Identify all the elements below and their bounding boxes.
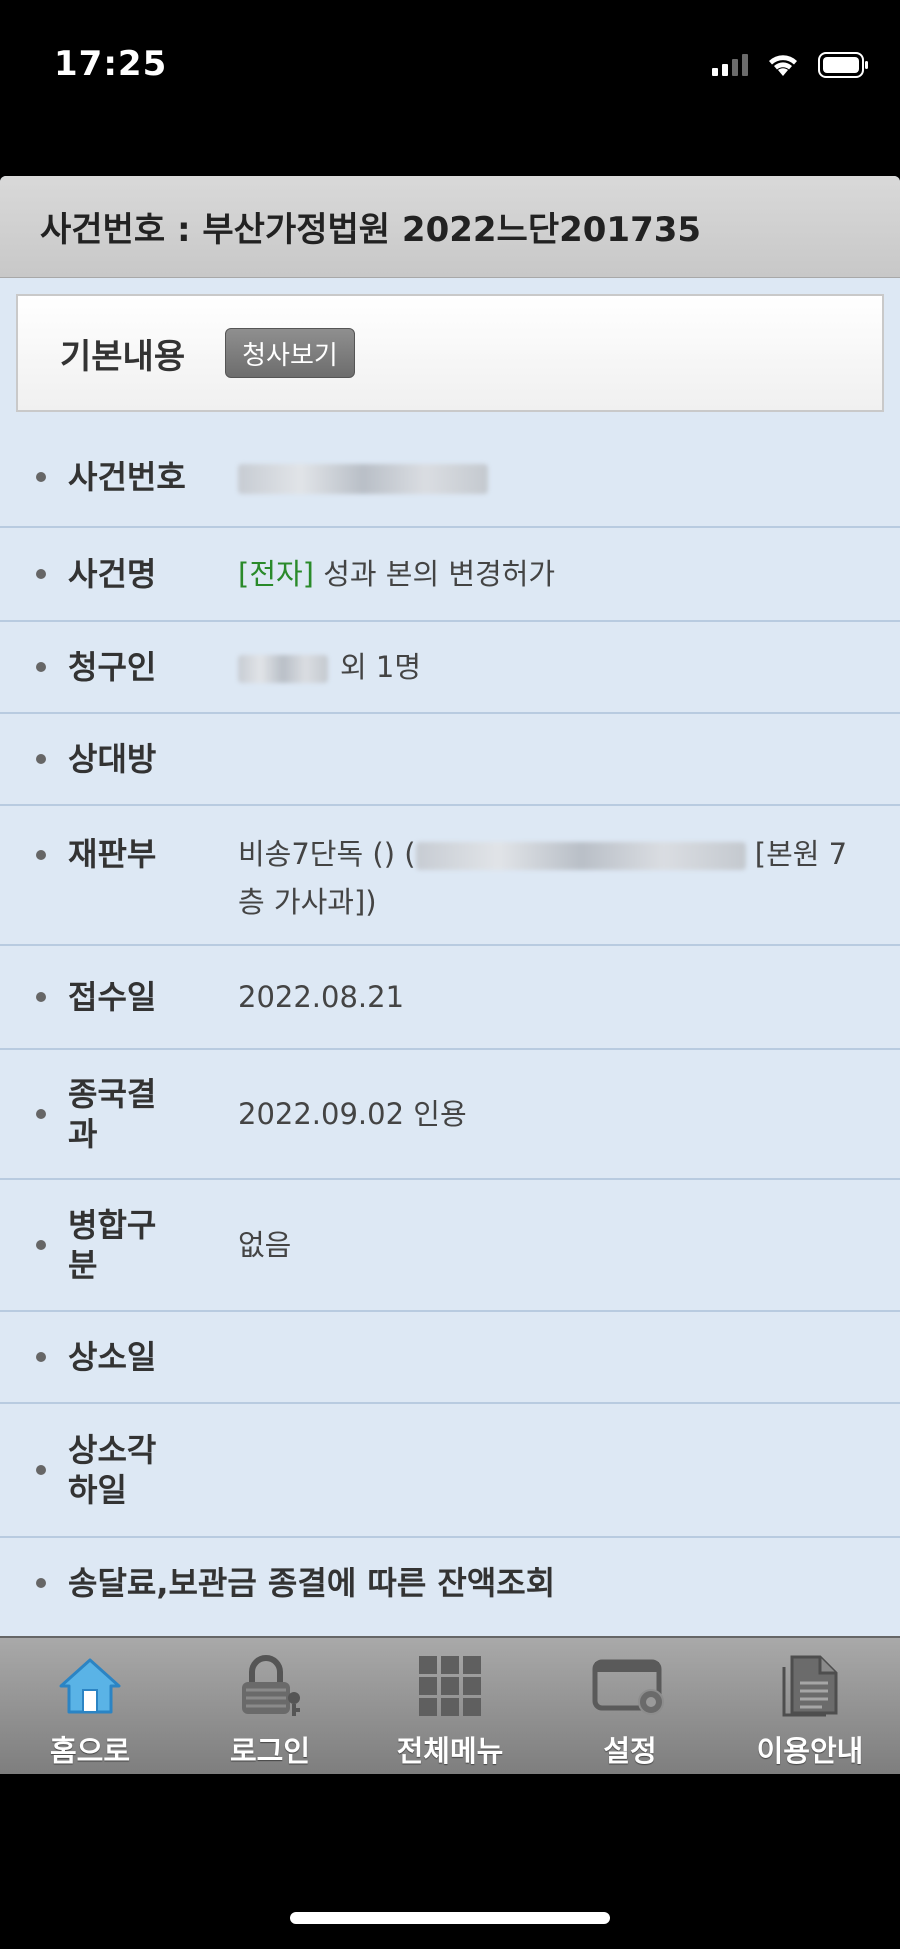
info-row-respondent: 상대방 [0, 714, 900, 806]
bullet-icon [36, 850, 46, 860]
courthouse-view-button[interactable]: 청사보기 [225, 328, 355, 378]
home-indicator [290, 1912, 610, 1924]
info-row-court-division: 재판부 비송7단독 () ( [본원 7층 가사과]) [0, 806, 900, 946]
battery-icon [818, 52, 870, 78]
info-key: 접수일 [68, 978, 157, 1016]
info-row-claimant: 청구인 외 1명 [0, 622, 900, 714]
info-row-appeal-dismissal-date: 상소각하일 [0, 1404, 900, 1538]
info-row-appeal-date: 상소일 [0, 1312, 900, 1404]
bullet-icon [36, 1109, 46, 1119]
nav-settings[interactable]: 설정 [540, 1638, 720, 1774]
info-value: 2022.09.02 인용 [238, 1097, 467, 1131]
info-key: 병합구분 [68, 1206, 157, 1284]
nav-home[interactable]: 홈으로 [0, 1638, 180, 1774]
info-row-case-name: 사건명 [전자] 성과 본의 변경허가 [0, 528, 900, 622]
info-row-receipt-date: 접수일 2022.08.21 [0, 946, 900, 1050]
info-row-case-number: 사건번호 [0, 428, 900, 528]
bullet-icon [36, 1465, 46, 1475]
bullet-icon [36, 754, 46, 764]
info-value [238, 453, 870, 501]
home-icon [57, 1650, 123, 1722]
info-row-merge-type: 병합구분 없음 [0, 1180, 900, 1312]
electronic-tag: [전자] [238, 557, 314, 591]
info-key: 상대방 [68, 740, 157, 778]
balance-inquiry-link[interactable]: 송달료,보관금 종결에 따른 잔액조회 [68, 1563, 555, 1603]
bullet-icon [36, 662, 46, 672]
bullet-icon [36, 992, 46, 1002]
info-value: 2022.08.21 [238, 980, 405, 1014]
signal-icon [712, 54, 748, 76]
info-key: 종국결과 [68, 1075, 157, 1153]
bullet-icon [36, 1240, 46, 1250]
status-icons [712, 50, 870, 80]
case-title: 사건번호 : 부산가정법원 2022느단201735 [40, 210, 702, 250]
nav-login[interactable]: 로그인 [180, 1638, 360, 1774]
settings-icon [591, 1650, 669, 1722]
bullet-icon [36, 1578, 46, 1588]
case-header: 사건번호 : 부산가정법원 2022느단201735 [0, 176, 900, 278]
nav-all-menu[interactable]: 전체메뉴 [360, 1638, 540, 1774]
info-row-final-result: 종국결과 2022.09.02 인용 [0, 1050, 900, 1180]
info-value: [전자] 성과 본의 변경허가 [238, 557, 556, 591]
info-value: 없음 [238, 1228, 292, 1262]
basic-info-label: 기본내용 [60, 336, 186, 377]
case-info-list: 사건번호 사건명 [전자] 성과 본의 변경허가 청구인 외 1명 상대방 재판… [0, 428, 900, 1628]
status-bar: 17:25 [0, 0, 900, 130]
redacted-value [238, 464, 488, 494]
basic-info-bar: 기본내용 청사보기 [16, 294, 884, 412]
info-key: 상소일 [68, 1338, 157, 1376]
bottom-nav: 홈으로 로그인 전체메뉴 설정 이용안내 [0, 1636, 900, 1774]
redacted-value [415, 842, 746, 870]
wifi-icon [766, 52, 800, 78]
info-key: 사건번호 [68, 458, 186, 496]
nav-guide[interactable]: 이용안내 [720, 1638, 900, 1774]
document-icon [778, 1650, 842, 1722]
info-row-balance-inquiry[interactable]: 송달료,보관금 종결에 따른 잔액조회 [0, 1538, 900, 1628]
bullet-icon [36, 569, 46, 579]
status-time: 17:25 [54, 44, 168, 84]
bullet-icon [36, 1352, 46, 1362]
info-key: 사건명 [68, 555, 157, 593]
lock-icon [232, 1650, 308, 1722]
info-key: 청구인 [68, 648, 157, 686]
info-value: 외 1명 [238, 643, 870, 691]
info-value: 비송7단독 () ( [본원 7층 가사과]) [238, 837, 848, 919]
info-key: 재판부 [68, 835, 157, 873]
app-content: 사건번호 : 부산가정법원 2022느단201735 기본내용 청사보기 사건번… [0, 176, 900, 1774]
info-key: 상소각하일 [68, 1431, 157, 1509]
bullet-icon [36, 472, 46, 482]
grid-icon [417, 1650, 483, 1722]
redacted-value [238, 655, 328, 683]
